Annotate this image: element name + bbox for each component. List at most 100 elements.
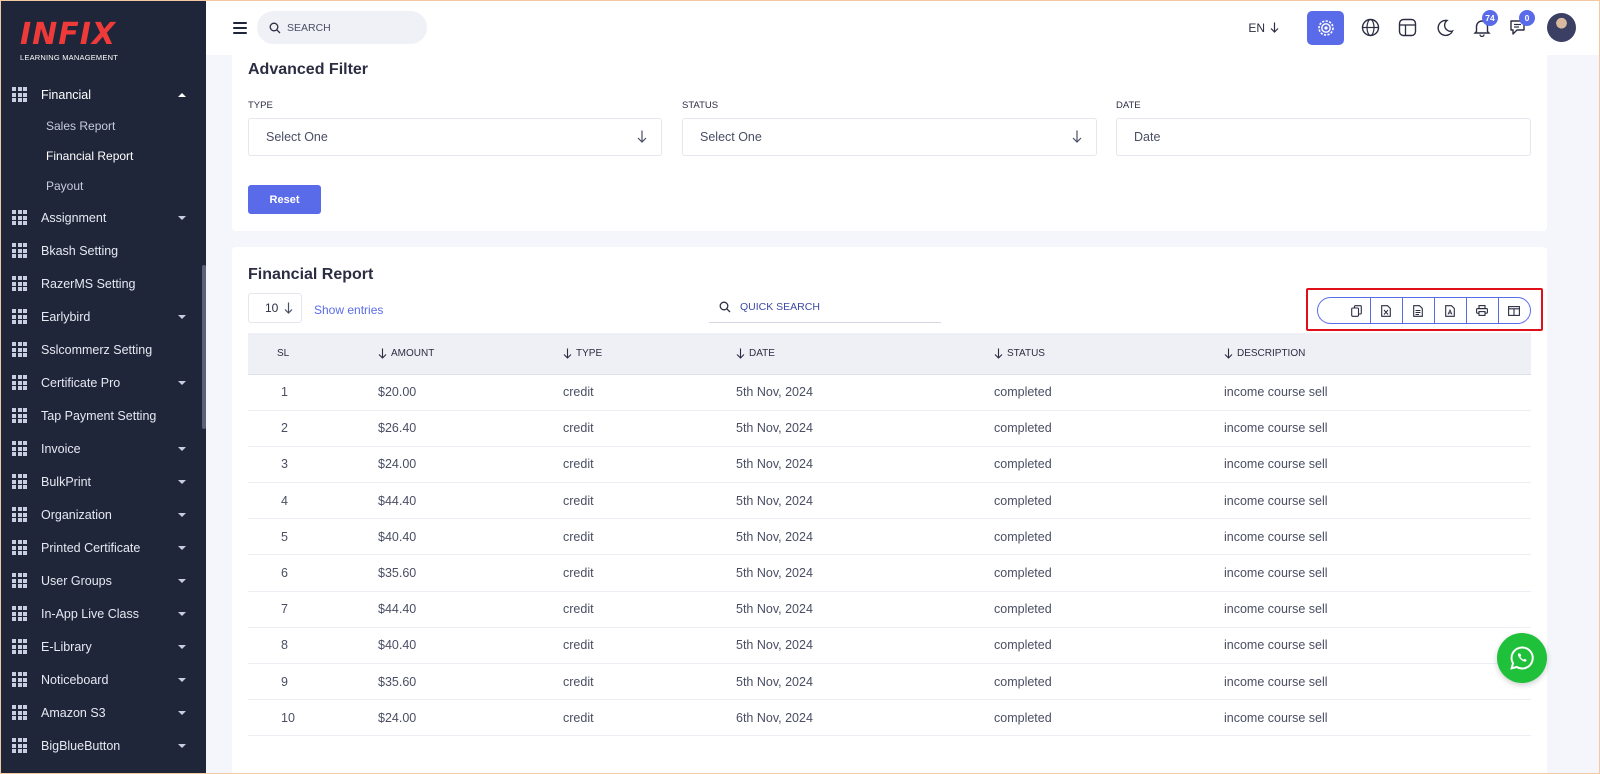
sidebar-item-certificate-pro[interactable]: Certificate Pro: [0, 366, 206, 399]
sidebar-item-organization[interactable]: Organization: [0, 498, 206, 531]
copy-button[interactable]: [1318, 298, 1371, 323]
sidebar-subitem-sales-report[interactable]: Sales Report: [0, 111, 206, 141]
menu-toggle-icon[interactable]: [233, 21, 247, 34]
sidebar-item-printed-certificate[interactable]: Printed Certificate: [0, 531, 206, 564]
sidebar-item-bkash-setting[interactable]: Bkash Setting: [0, 234, 206, 267]
excel-button[interactable]: [1371, 298, 1403, 323]
sidebar-subitem-financial-report[interactable]: Financial Report: [0, 141, 206, 171]
sidebar-subitem-payout[interactable]: Payout: [0, 171, 206, 201]
table-row: 4 $44.40 credit 5th Nov, 2024 completed incom…: [248, 482, 1531, 520]
whatsapp-button[interactable]: [1497, 633, 1547, 683]
table-row: 2 $26.40 credit 5th Nov, 2024 completed incom…: [248, 410, 1531, 447]
table-row: 10 $24.00 credit 6th Nov, 2024 completed inco…: [248, 699, 1531, 737]
sidebar-item-in-app-live-class[interactable]: In-App Live Class: [0, 597, 206, 630]
sidebar-item-bulkprint[interactable]: BulkPrint: [0, 465, 206, 498]
sidebar-item-bigbluebutton[interactable]: BigBlueButton: [0, 729, 206, 762]
column-header-label: TYPE: [576, 347, 603, 359]
brand-logo[interactable]: INFIX LEARNING MANAGEMENT: [0, 0, 206, 78]
search-input[interactable]: [287, 21, 407, 34]
table-cell-date: 5th Nov, 2024: [736, 627, 994, 665]
column-header-type[interactable]: TYPE: [563, 333, 736, 375]
entries-value: 10: [265, 301, 279, 315]
table-cell-status: completed: [994, 518, 1224, 556]
table-cell-description: income course sell: [1224, 663, 1531, 701]
entries-select[interactable]: 10: [248, 293, 302, 323]
type-select[interactable]: Select One: [248, 118, 662, 156]
quick-search[interactable]: [709, 291, 941, 323]
show-entries-label: Show entries: [314, 303, 384, 317]
language-selector[interactable]: EN: [1248, 21, 1279, 35]
sidebar-item-razerms-setting[interactable]: RazerMS Setting: [0, 267, 206, 300]
report-title: Financial Report: [248, 266, 374, 283]
sidebar-item-e-library[interactable]: E-Library: [0, 630, 206, 663]
reset-button[interactable]: Reset: [248, 185, 321, 214]
sidebar-item-sslcommerz-setting[interactable]: Sslcommerz Setting: [0, 333, 206, 366]
table-cell-sl: 2: [248, 410, 368, 447]
table-cell-sl: 8: [248, 627, 368, 665]
sidebar-menu: Financial Sales Report Financial Report …: [0, 78, 206, 201]
sidebar-scrollbar[interactable]: [202, 265, 206, 429]
table-cell-date: 5th Nov, 2024: [736, 482, 994, 520]
quick-search-input[interactable]: [740, 300, 920, 313]
column-header-date[interactable]: DATE: [736, 333, 994, 375]
column-header-label: DATE: [749, 347, 775, 359]
column-header-label: STATUS: [1007, 347, 1045, 359]
sidebar-item-assignment[interactable]: Assignment: [0, 201, 206, 234]
chevron-down-icon: [178, 710, 186, 715]
table-cell-sl: 5: [248, 518, 368, 556]
csv-button[interactable]: [1403, 298, 1435, 323]
header-search[interactable]: [257, 11, 427, 44]
status-label: STATUS: [682, 100, 719, 111]
table-row: 5 $40.40 credit 5th Nov, 2024 completed incom…: [248, 518, 1531, 556]
table-cell-status: completed: [994, 699, 1224, 737]
column-header-status[interactable]: STATUS: [994, 333, 1224, 375]
sidebar-item-invoice[interactable]: Invoice: [0, 432, 206, 465]
sidebar-item-financial[interactable]: Financial: [0, 78, 206, 111]
column-header-amount[interactable]: AMOUNT: [368, 333, 563, 375]
print-button[interactable]: [1467, 298, 1499, 323]
sidebar-item-label: User Groups: [41, 573, 112, 588]
table-cell-type: credit: [563, 663, 736, 701]
chevron-down-icon: [178, 479, 186, 484]
settings-button[interactable]: [1307, 10, 1344, 45]
print-icon: [1476, 305, 1489, 316]
table-cell-status: completed: [994, 663, 1224, 701]
pdf-button[interactable]: [1435, 298, 1467, 323]
messages-button[interactable]: 0: [1500, 9, 1537, 45]
arrow-down-icon: [378, 348, 387, 359]
website-button[interactable]: [1352, 11, 1389, 45]
grid-icon: [12, 507, 27, 522]
brand-tagline: LEARNING MANAGEMENT: [20, 53, 118, 62]
date-field[interactable]: Date: [1116, 118, 1531, 156]
sidebar-item-label: Amazon S3: [41, 705, 106, 720]
sidebar-item-user-groups[interactable]: User Groups: [0, 564, 206, 597]
status-select[interactable]: Select One: [682, 118, 1097, 156]
arrow-down-icon: [284, 302, 293, 314]
column-header-description[interactable]: DESCRIPTION: [1224, 333, 1531, 375]
layout-button[interactable]: [1389, 11, 1426, 45]
table-cell-amount: $44.40: [368, 482, 563, 520]
chevron-down-icon: [178, 677, 186, 682]
table-cell-status: completed: [994, 591, 1224, 628]
arrow-down-icon: [1270, 22, 1279, 33]
table-cell-type: credit: [563, 482, 736, 520]
date-placeholder: Date: [1134, 130, 1161, 144]
table-cell-sl: 10: [248, 699, 368, 737]
table-cell-sl: 4: [248, 482, 368, 520]
grid-icon: [12, 573, 27, 588]
avatar[interactable]: [1547, 13, 1576, 42]
csv-icon: [1413, 304, 1424, 317]
sidebar-menu-list: Assignment Bkash Setting RazerMS Setting Ea…: [0, 201, 206, 762]
sidebar-item-label: Organization: [41, 507, 112, 522]
column-header-sl[interactable]: SL: [248, 333, 368, 375]
dark-mode-button[interactable]: [1426, 11, 1463, 45]
sidebar-item-noticeboard[interactable]: Noticeboard: [0, 663, 206, 696]
table-cell-type: credit: [563, 446, 736, 484]
notifications-button[interactable]: 74: [1463, 9, 1500, 45]
sidebar-item-tap-payment-setting[interactable]: Tap Payment Setting: [0, 399, 206, 432]
sidebar-item-amazon-s3[interactable]: Amazon S3: [0, 696, 206, 729]
grid-icon: [12, 672, 27, 687]
sidebar-item-label: RazerMS Setting: [41, 276, 136, 291]
columns-button[interactable]: [1499, 298, 1530, 323]
sidebar-item-earlybird[interactable]: Earlybird: [0, 300, 206, 333]
